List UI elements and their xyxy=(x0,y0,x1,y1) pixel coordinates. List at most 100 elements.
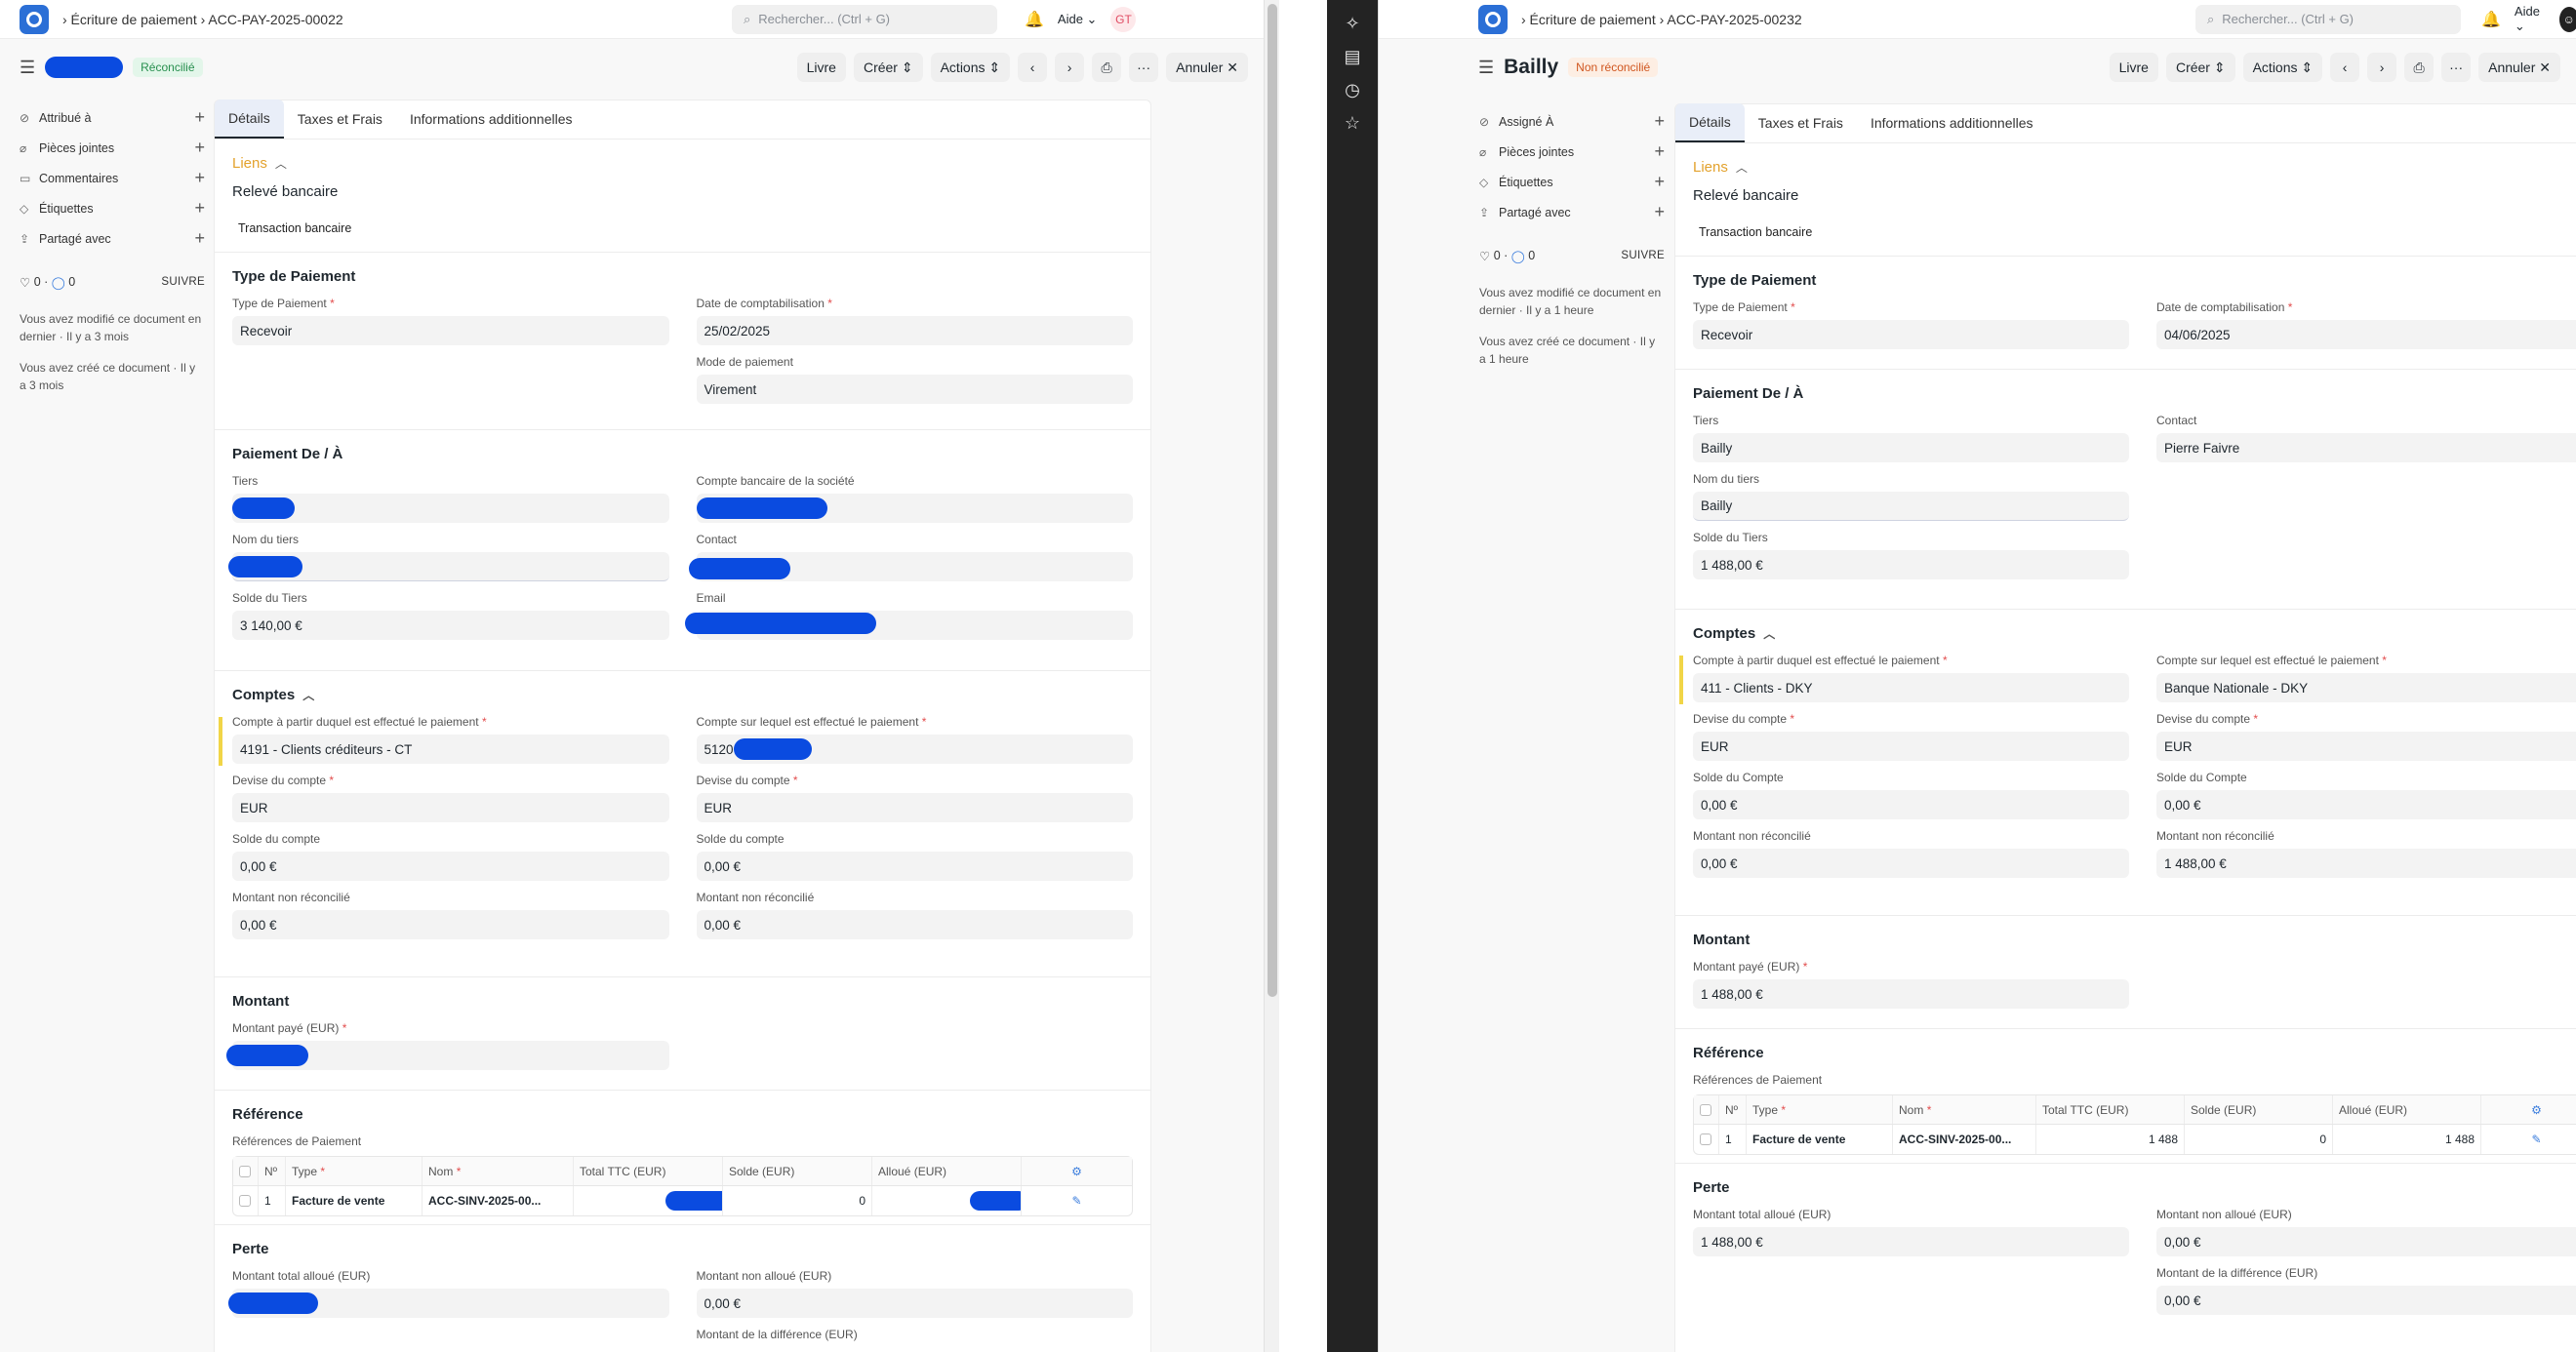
add-icon[interactable]: + xyxy=(194,107,205,128)
gear-icon[interactable]: ⚙ xyxy=(2481,1095,2576,1124)
select-all-checkbox[interactable] xyxy=(1694,1095,1719,1124)
add-icon[interactable]: + xyxy=(1654,172,1665,192)
tab-additional-info[interactable]: Informations additionnelles xyxy=(1857,103,2047,142)
posting-date-input[interactable]: 25/02/2025 xyxy=(696,316,1133,345)
notification-bell-icon[interactable]: 🔔 xyxy=(2481,10,2501,29)
currency-from-input[interactable]: EUR xyxy=(1693,732,2129,761)
sidebar-item-assign[interactable]: ⊘ Attribué à + xyxy=(20,102,205,133)
party-name-input[interactable] xyxy=(228,552,669,581)
add-icon[interactable]: + xyxy=(1654,202,1665,222)
follow-button[interactable]: SUIVRE xyxy=(1621,250,1665,261)
sidebar-item-tags[interactable]: ◇ Étiquettes + xyxy=(20,193,205,223)
sidebar-toggle-icon[interactable]: ☰ xyxy=(20,58,35,78)
actions-button[interactable]: Actions ⇕ xyxy=(2242,53,2323,82)
sidebar-item-share[interactable]: ⇪ Partagé avec + xyxy=(20,223,205,254)
add-icon[interactable]: + xyxy=(194,198,205,219)
cell-alloue[interactable]: 1 488 xyxy=(2333,1125,2481,1154)
paid-from-input[interactable]: 411 - Clients - DKY xyxy=(1679,656,2129,704)
next-doc-icon[interactable]: › xyxy=(2367,53,2397,82)
links-section-title[interactable]: Liens ︿ xyxy=(232,155,1133,172)
cell-solde[interactable]: 0 xyxy=(2185,1125,2333,1154)
bank-transaction-link[interactable]: Transaction bancaire xyxy=(1693,218,2576,247)
creer-button[interactable]: Créer ⇕ xyxy=(853,53,923,82)
table-row[interactable]: 1 Facture de vente ACC-SINV-2025-00... 1… xyxy=(1694,1125,2576,1154)
select-all-checkbox[interactable] xyxy=(233,1157,259,1185)
sidebar-item-share[interactable]: ⇪ Partagé avec + xyxy=(1479,197,1665,227)
cell-type[interactable]: Facture de vente xyxy=(286,1186,423,1215)
annuler-button[interactable]: Annuler ✕ xyxy=(1166,53,1248,82)
accounts-section-title[interactable]: Comptes ︿ xyxy=(1693,625,2576,642)
breadcrumb[interactable]: › Écriture de paiement › ACC-PAY-2025-00… xyxy=(62,12,343,27)
more-icon[interactable]: ··· xyxy=(2441,53,2472,82)
page-icon[interactable]: ▤ xyxy=(1341,45,1364,68)
sidebar-item-attachments[interactable]: ⌀ Pièces jointes + xyxy=(20,133,205,163)
add-icon[interactable]: + xyxy=(194,138,205,158)
creer-button[interactable]: Créer ⇕ xyxy=(2165,53,2235,82)
add-icon[interactable]: + xyxy=(1654,141,1665,162)
app-logo[interactable] xyxy=(1478,4,1508,34)
edit-icon[interactable]: ✎ xyxy=(2481,1125,2576,1154)
contact-input[interactable]: Pierre Faivre xyxy=(2156,433,2576,462)
search-input[interactable]: ⌕ Rechercher... (Ctrl + G) xyxy=(732,4,997,34)
heart-icon[interactable]: ♡ xyxy=(1479,249,1494,263)
cell-name[interactable]: ACC-SINV-2025-00... xyxy=(423,1186,574,1215)
sparkle-icon[interactable]: ✧ xyxy=(1341,12,1364,35)
edit-icon[interactable]: ✎ xyxy=(1022,1186,1132,1215)
notification-bell-icon[interactable]: 🔔 xyxy=(1025,10,1044,29)
sidebar-toggle-icon[interactable]: ☰ xyxy=(1478,58,1494,78)
party-input[interactable]: Bailly xyxy=(1693,433,2129,462)
print-icon[interactable]: ⎙ xyxy=(2404,53,2435,82)
cell-name[interactable]: ACC-SINV-2025-00... xyxy=(1893,1125,2036,1154)
livre-button[interactable]: Livre xyxy=(2109,53,2158,82)
print-icon[interactable]: ⎙ xyxy=(1092,53,1122,82)
search-input[interactable]: ⌕ Rechercher... (Ctrl + G) xyxy=(2195,4,2461,34)
paid-amount-input[interactable]: 1 488,00 € xyxy=(1693,979,2129,1009)
scrollbar-thumb[interactable] xyxy=(1268,4,1277,997)
tab-details[interactable]: Détails xyxy=(215,99,284,139)
posting-date-input[interactable]: 04/06/2025 xyxy=(2156,320,2576,349)
help-menu[interactable]: Aide ⌄ xyxy=(2515,4,2546,34)
links-section-title[interactable]: Liens ︿ xyxy=(1693,159,2576,176)
clock-icon[interactable]: ◷ xyxy=(1341,78,1364,101)
sidebar-item-attachments[interactable]: ⌀ Pièces jointes + xyxy=(1479,137,1665,167)
cell-total[interactable] xyxy=(574,1186,723,1215)
bank-transaction-link[interactable]: Transaction bancaire xyxy=(232,214,1133,243)
annuler-button[interactable]: Annuler ✕ xyxy=(2478,53,2560,82)
party-name-input[interactable]: Bailly xyxy=(1693,492,2129,521)
row-checkbox[interactable] xyxy=(1694,1125,1719,1154)
prev-doc-icon[interactable]: ‹ xyxy=(2330,53,2360,82)
currency-to-input[interactable]: EUR xyxy=(696,793,1133,822)
add-icon[interactable]: + xyxy=(194,228,205,249)
paid-to-input[interactable]: Banque Nationale - DKY xyxy=(2156,673,2576,702)
tab-details[interactable]: Détails xyxy=(1675,103,1745,142)
cell-type[interactable]: Facture de vente xyxy=(1747,1125,1893,1154)
paid-to-input[interactable]: 5120 xyxy=(696,735,1133,764)
heart-icon[interactable]: ♡ xyxy=(20,275,34,290)
cell-total[interactable]: 1 488 xyxy=(2036,1125,2185,1154)
tab-taxes[interactable]: Taxes et Frais xyxy=(1745,103,1857,142)
email-input[interactable] xyxy=(684,611,1133,640)
breadcrumb[interactable]: › Écriture de paiement › ACC-PAY-2025-00… xyxy=(1521,12,1802,27)
table-row[interactable]: 1 Facture de vente ACC-SINV-2025-00... 0… xyxy=(233,1186,1132,1215)
user-avatar[interactable]: ☺ xyxy=(2558,6,2576,32)
tab-taxes[interactable]: Taxes et Frais xyxy=(284,99,396,139)
star-icon[interactable]: ☆ xyxy=(1341,111,1364,135)
follow-button[interactable]: SUIVRE xyxy=(161,276,205,288)
row-checkbox[interactable] xyxy=(233,1186,259,1215)
sidebar-item-comments[interactable]: ▭ Commentaires + xyxy=(20,163,205,193)
app-logo[interactable] xyxy=(20,4,49,34)
more-icon[interactable]: ··· xyxy=(1129,53,1159,82)
user-avatar[interactable]: GT xyxy=(1110,6,1137,32)
payment-mode-input[interactable]: Virement xyxy=(696,375,1133,404)
livre-button[interactable]: Livre xyxy=(796,53,846,82)
accounts-section-title[interactable]: Comptes ︿ xyxy=(232,687,1133,703)
party-input[interactable] xyxy=(232,494,669,523)
next-doc-icon[interactable]: › xyxy=(1055,53,1085,82)
paid-amount-input[interactable] xyxy=(226,1041,669,1070)
help-menu[interactable]: Aide ⌄ xyxy=(1058,12,1098,27)
add-icon[interactable]: + xyxy=(1654,111,1665,132)
cell-alloue[interactable] xyxy=(872,1186,1022,1215)
currency-from-input[interactable]: EUR xyxy=(232,793,669,822)
payment-type-input[interactable]: Recevoir xyxy=(1693,320,2129,349)
actions-button[interactable]: Actions ⇕ xyxy=(930,53,1011,82)
